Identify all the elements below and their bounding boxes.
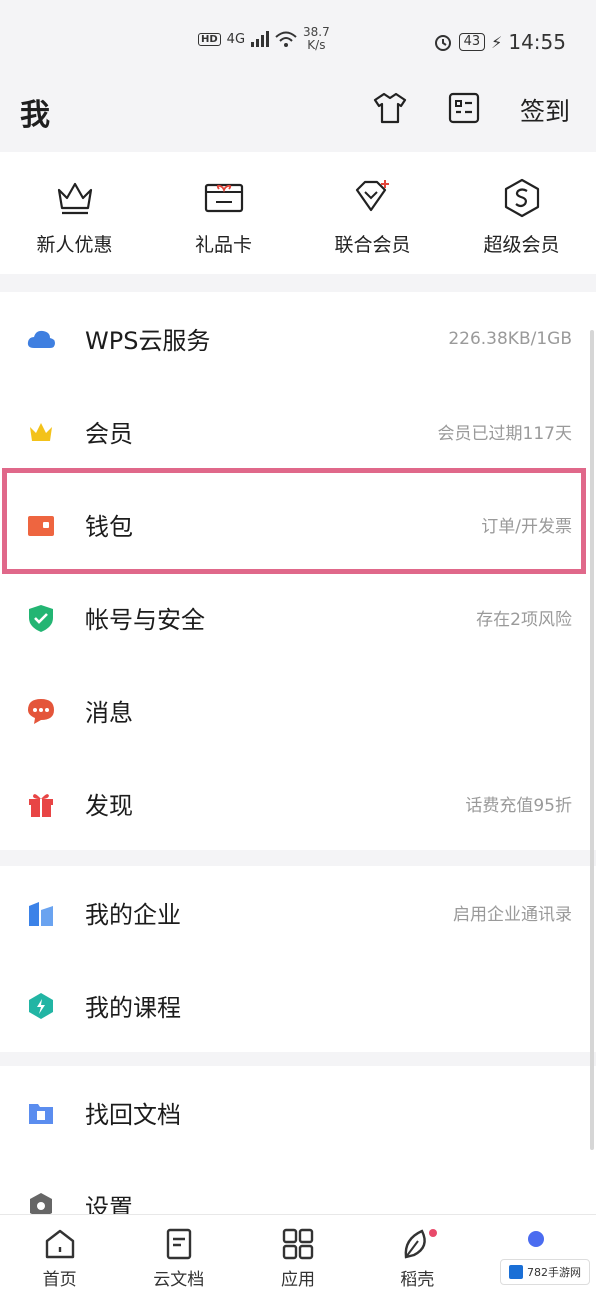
status-bar: HD 4G 38.7 K/s 43 ⚡ 14:55 (0, 0, 596, 80)
quick-gift-card[interactable]: 礼品卡 (149, 152, 298, 274)
status-right: 43 ⚡ 14:55 (433, 30, 566, 54)
menu-extra: 话费充值95折 (465, 796, 572, 816)
home-icon (45, 1229, 74, 1259)
watermark-badge: 782手游网 (500, 1259, 590, 1285)
gift-icon (29, 794, 53, 817)
quick-joint-membership[interactable]: 联合会员 (298, 152, 447, 274)
menu-item-account-security[interactable]: 帐号与安全 存在2项风险 (0, 571, 596, 664)
hd-badge: HD (198, 32, 221, 46)
page-header: 我 签到 (0, 80, 596, 152)
menu-item-recover-documents[interactable]: 找回文档 (0, 1066, 596, 1159)
menu-extra: 226.38KB/1GB (448, 328, 572, 349)
diamond-plus-icon (355, 180, 389, 212)
quick-new-user-offer[interactable]: 新人优惠 (0, 152, 149, 274)
menu-label: WPS云服务 (85, 327, 211, 355)
battery-indicator: 43 (458, 33, 486, 51)
menu-label: 会员 (85, 420, 133, 448)
menu-label: 帐号与安全 (85, 606, 205, 634)
crown-icon (30, 423, 52, 441)
quick-super-membership[interactable]: 超级会员 (447, 152, 596, 274)
clock: 14:55 (508, 30, 566, 54)
menu-label: 我的课程 (85, 994, 181, 1022)
watermark-text: 782手游网 (527, 1266, 581, 1279)
course-icon (29, 993, 53, 1019)
document-icon (166, 1228, 191, 1260)
menu-label: 钱包 (85, 513, 133, 541)
gift-card-icon (204, 183, 243, 213)
alarm-icon (434, 35, 451, 51)
menu-item-my-enterprise[interactable]: 我的企业 启用企业通讯录 (0, 866, 596, 959)
menu-label: 我的企业 (85, 901, 181, 929)
net-speed: 38.7 K/s (303, 26, 330, 52)
tab-docer[interactable]: 稻壳 (358, 1215, 477, 1297)
signal-icon (251, 31, 270, 47)
tab-apps[interactable]: 应用 (238, 1215, 357, 1297)
super-member-icon (504, 178, 539, 218)
tab-home[interactable]: 首页 (0, 1215, 119, 1297)
watermark-logo (509, 1265, 523, 1279)
apps-icon (282, 1228, 314, 1260)
network-type: 4G (226, 31, 246, 47)
profile-icon (528, 1231, 545, 1247)
menu-extra: 存在2项风险 (476, 610, 572, 630)
menu-extra: 会员已过期117天 (437, 424, 572, 444)
tab-label: 云文档 (153, 1270, 205, 1290)
menu-item-discover[interactable]: 发现 话费充值95折 (0, 757, 596, 850)
status-left: HD 4G 38.7 K/s (198, 26, 330, 52)
tab-label: 稻壳 (400, 1270, 435, 1290)
cloud-icon (27, 330, 55, 348)
menu-label: 找回文档 (85, 1101, 181, 1129)
checklist-icon[interactable] (446, 90, 482, 126)
menu-group-main: WPS云服务 226.38KB/1GB 会员 会员已过期117天 钱包 订单/开… (0, 292, 596, 850)
menu-item-membership[interactable]: 会员 会员已过期117天 (0, 385, 596, 478)
quick-actions: 新人优惠 礼品卡 联合会员 超级会员 (0, 152, 596, 274)
tab-label: 应用 (281, 1270, 315, 1290)
wallet-icon (28, 516, 54, 536)
tab-cloud-docs[interactable]: 云文档 (119, 1215, 238, 1297)
sign-in-button[interactable]: 签到 (520, 92, 570, 128)
page-title: 我 (20, 98, 50, 133)
crown-outline-icon (57, 182, 92, 215)
notification-dot (428, 1229, 437, 1237)
bottom-tab-bar: 首页 云文档 应用 稻壳 782手游网 (0, 1214, 596, 1297)
menu-extra: 启用企业通讯录 (453, 905, 572, 925)
menu-item-messages[interactable]: 消息 (0, 664, 596, 757)
menu-group-enterprise: 我的企业 启用企业通讯录 我的课程 (0, 866, 596, 1052)
menu-item-cloud-service[interactable]: WPS云服务 226.38KB/1GB (0, 292, 596, 385)
skin-shirt-icon[interactable] (372, 90, 408, 126)
message-icon (28, 699, 54, 724)
enterprise-icon (29, 902, 53, 926)
wifi-icon (275, 31, 297, 47)
recover-doc-icon (29, 1104, 53, 1124)
quick-label: 新人优惠 (36, 234, 113, 256)
scrollbar[interactable] (590, 330, 594, 1150)
menu-label: 消息 (85, 699, 133, 727)
shield-icon (29, 605, 53, 632)
menu-item-wallet[interactable]: 钱包 订单/开发票 (0, 478, 596, 571)
charging-icon: ⚡ (491, 32, 503, 52)
quick-label: 联合会员 (334, 234, 411, 256)
speed-unit: K/s (307, 38, 326, 52)
tab-label: 首页 (42, 1270, 77, 1290)
quick-label: 礼品卡 (194, 234, 252, 256)
menu-item-my-courses[interactable]: 我的课程 (0, 959, 596, 1052)
quick-label: 超级会员 (483, 234, 560, 256)
menu-extra: 订单/开发票 (481, 517, 572, 537)
menu-label: 发现 (85, 792, 133, 820)
